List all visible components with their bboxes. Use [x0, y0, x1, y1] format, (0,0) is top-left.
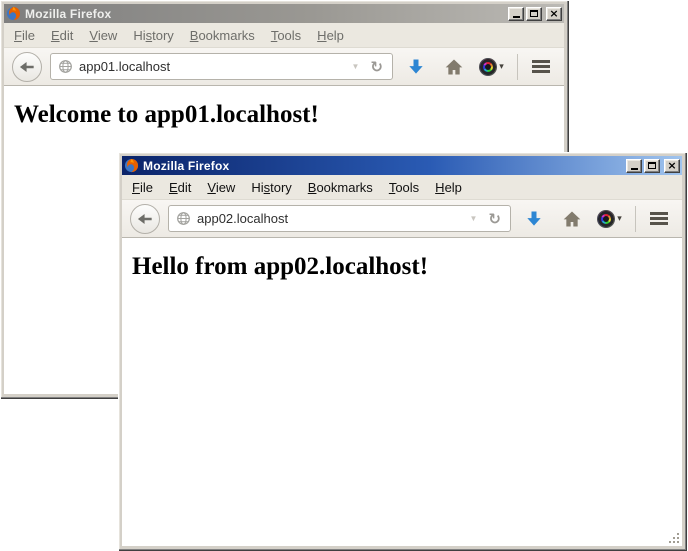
- close-button[interactable]: ×: [664, 159, 680, 173]
- download-button[interactable]: [519, 204, 549, 234]
- menu-item-file[interactable]: File: [124, 177, 161, 198]
- menu-item-bookmarks[interactable]: Bookmarks: [182, 25, 263, 46]
- url-bar[interactable]: app01.localhost ▼ ↻: [50, 53, 393, 80]
- page-heading: Welcome to app01.localhost!: [14, 101, 564, 129]
- maximize-button[interactable]: [526, 7, 542, 21]
- menu-item-history[interactable]: History: [125, 25, 181, 46]
- close-button[interactable]: ×: [546, 7, 562, 21]
- open-menu-button[interactable]: [526, 52, 556, 82]
- home-button[interactable]: [557, 204, 587, 234]
- menu-hamburger-icon: [650, 212, 668, 225]
- window-title: Mozilla Firefox: [25, 7, 504, 21]
- url-text[interactable]: app01.localhost: [79, 59, 343, 74]
- page-content: Hello from app02.localhost!: [122, 238, 682, 546]
- chevron-down-icon: ▾: [499, 61, 504, 72]
- page-heading: Hello from app02.localhost!: [132, 253, 682, 281]
- menu-item-bookmarks[interactable]: Bookmarks: [300, 177, 381, 198]
- menu-item-view[interactable]: View: [81, 25, 125, 46]
- menu-item-help[interactable]: Help: [427, 177, 470, 198]
- menu-item-edit[interactable]: Edit: [161, 177, 199, 198]
- reload-icon[interactable]: ↻: [368, 58, 385, 76]
- minimize-button[interactable]: [508, 7, 524, 21]
- maximize-icon: [530, 10, 538, 17]
- back-button[interactable]: [12, 52, 42, 82]
- url-bar[interactable]: app02.localhost ▼ ↻: [168, 205, 511, 232]
- home-button[interactable]: [439, 52, 469, 82]
- window-title: Mozilla Firefox: [143, 159, 622, 173]
- back-button[interactable]: [130, 204, 160, 234]
- titlebar[interactable]: Mozilla Firefox ×: [122, 156, 682, 175]
- open-menu-button[interactable]: [644, 204, 674, 234]
- menu-bar: FileEditViewHistoryBookmarksToolsHelp: [4, 23, 564, 48]
- colorwheel-extension-button[interactable]: ▾: [595, 204, 625, 234]
- maximize-icon: [648, 162, 656, 169]
- navigation-toolbar: app01.localhost ▼ ↻ ▾: [4, 48, 564, 86]
- url-history-dropdown-icon[interactable]: ▼: [467, 214, 481, 223]
- browser-window-app02: Mozilla Firefox × FileEditViewHistoryBoo…: [118, 152, 686, 550]
- navigation-toolbar: app02.localhost ▼ ↻ ▾: [122, 200, 682, 238]
- download-button[interactable]: [401, 52, 431, 82]
- colorwheel-extension-button[interactable]: ▾: [477, 52, 507, 82]
- window-controls: ×: [508, 7, 562, 21]
- menu-item-tools[interactable]: Tools: [263, 25, 309, 46]
- menu-item-view[interactable]: View: [199, 177, 243, 198]
- menu-item-help[interactable]: Help: [309, 25, 352, 46]
- url-history-dropdown-icon[interactable]: ▼: [349, 62, 363, 71]
- chevron-down-icon: ▾: [617, 213, 622, 224]
- back-arrow-icon: [17, 57, 37, 77]
- home-icon: [562, 209, 582, 229]
- url-text[interactable]: app02.localhost: [197, 211, 461, 226]
- minimize-icon: [513, 16, 520, 18]
- firefox-icon: [6, 6, 21, 21]
- close-icon: ×: [549, 8, 558, 19]
- menu-item-file[interactable]: File: [6, 25, 43, 46]
- download-arrow-icon: [524, 209, 544, 229]
- globe-icon: [176, 211, 191, 226]
- resize-grip[interactable]: [666, 530, 680, 544]
- color-wheel-extension-icon: [480, 59, 496, 75]
- menu-item-edit[interactable]: Edit: [43, 25, 81, 46]
- home-icon: [444, 57, 464, 77]
- toolbar-separator: [517, 54, 518, 80]
- window-controls: ×: [626, 159, 680, 173]
- titlebar[interactable]: Mozilla Firefox ×: [4, 4, 564, 23]
- menu-hamburger-icon: [532, 60, 550, 73]
- firefox-icon: [124, 158, 139, 173]
- menu-item-tools[interactable]: Tools: [381, 177, 427, 198]
- back-arrow-icon: [135, 209, 155, 229]
- toolbar-separator: [635, 206, 636, 232]
- minimize-button[interactable]: [626, 159, 642, 173]
- download-arrow-icon: [406, 57, 426, 77]
- menu-bar: FileEditViewHistoryBookmarksToolsHelp: [122, 175, 682, 200]
- minimize-icon: [631, 168, 638, 170]
- maximize-button[interactable]: [644, 159, 660, 173]
- reload-icon[interactable]: ↻: [486, 210, 503, 228]
- menu-item-history[interactable]: History: [243, 177, 299, 198]
- desktop: Mozilla Firefox × FileEditViewHistoryBoo…: [0, 0, 688, 551]
- globe-icon: [58, 59, 73, 74]
- close-icon: ×: [667, 160, 676, 171]
- color-wheel-extension-icon: [598, 211, 614, 227]
